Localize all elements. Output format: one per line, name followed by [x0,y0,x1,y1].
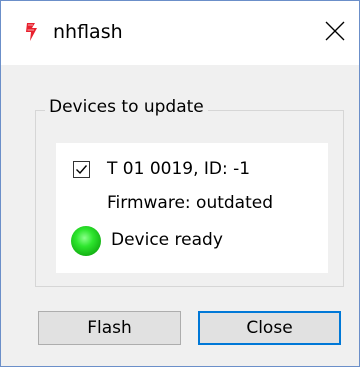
status-indicator-icon [71,226,101,256]
group-label: Devices to update [45,93,208,121]
close-button[interactable]: Close [198,311,341,345]
window-title: nhflash [53,21,123,43]
red-flash-icon [26,23,37,41]
checkmark-icon [76,165,88,175]
device-name: T 01 0019, ID: -1 [107,159,251,179]
device-status: Device ready [111,230,223,250]
flash-button[interactable]: Flash [38,311,181,345]
close-icon[interactable] [315,11,355,51]
title-bar: nhflash [1,1,359,65]
device-checkbox[interactable] [73,161,90,178]
firmware-status: Firmware: outdated [107,193,274,213]
dialog-window: nhflash Devices to update T 01 0019, ID:… [0,0,360,367]
